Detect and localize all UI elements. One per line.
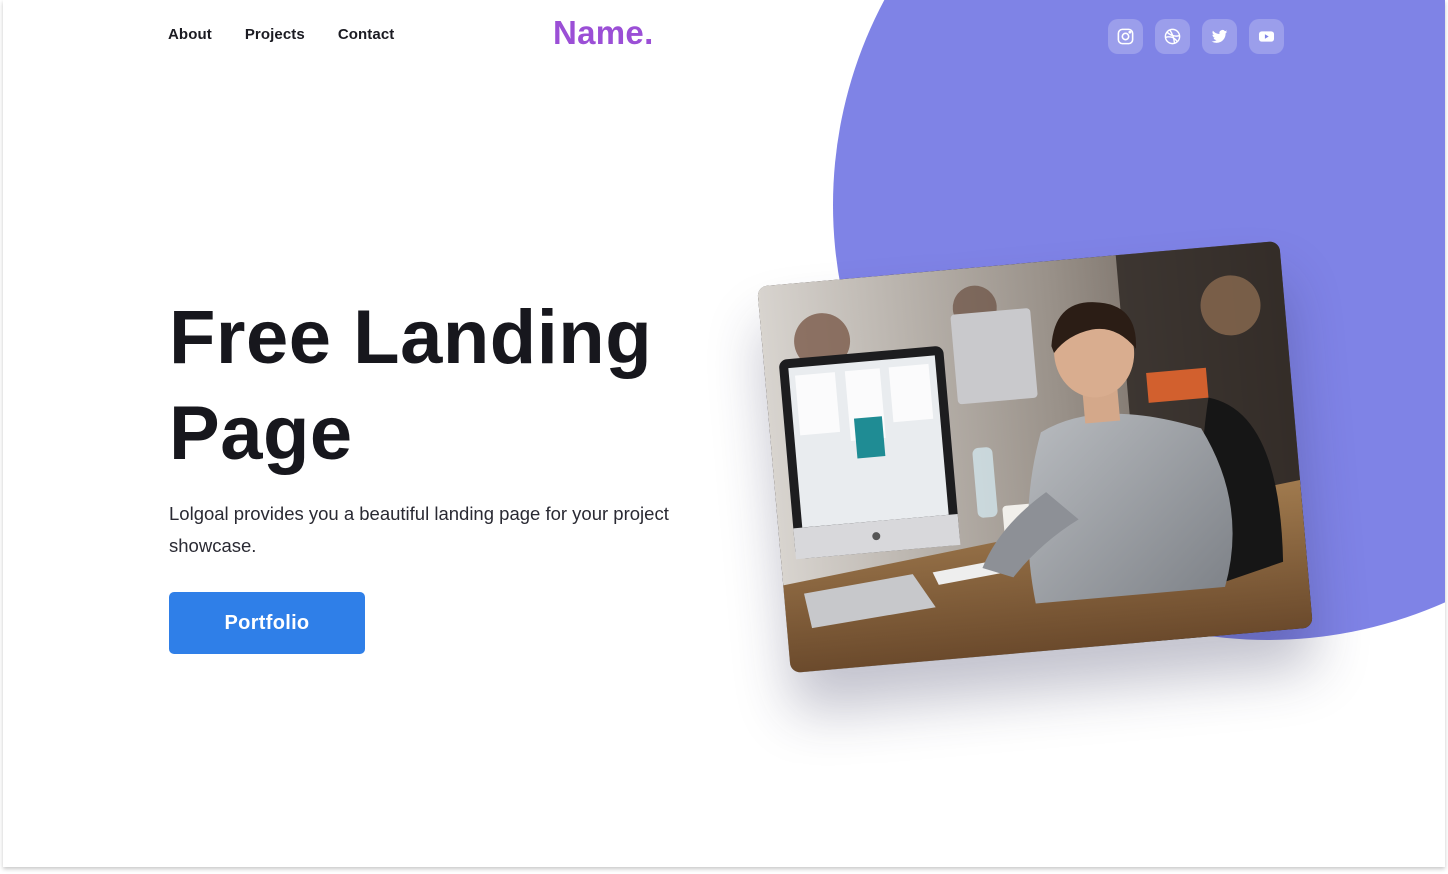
twitter-icon[interactable] bbox=[1202, 19, 1237, 54]
office-scene-image bbox=[757, 240, 1313, 674]
hero-title: Free Landing Page bbox=[169, 295, 653, 476]
hero-photo bbox=[757, 240, 1313, 674]
instagram-icon[interactable] bbox=[1108, 19, 1143, 54]
nav-item-about[interactable]: About bbox=[168, 26, 212, 43]
hero-subtitle: Lolgoal provides you a beautiful landing… bbox=[169, 503, 669, 556]
landing-page: About Projects Contact Name. Free Landin… bbox=[3, 0, 1445, 867]
youtube-icon[interactable] bbox=[1249, 19, 1284, 54]
portfolio-button[interactable]: Portfolio bbox=[169, 592, 365, 654]
brand-logo[interactable]: Name. bbox=[553, 14, 654, 52]
nav-item-contact[interactable]: Contact bbox=[338, 26, 395, 43]
main-nav: About Projects Contact bbox=[168, 26, 427, 43]
dribbble-icon[interactable] bbox=[1155, 19, 1190, 54]
nav-item-projects[interactable]: Projects bbox=[245, 26, 305, 43]
social-links bbox=[1108, 19, 1284, 54]
